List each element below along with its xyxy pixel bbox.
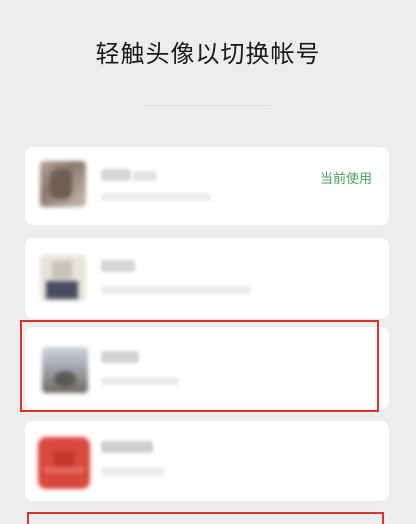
account-name-blurred: [101, 351, 139, 363]
account-card-highlighted[interactable]: [25, 327, 389, 409]
current-account-label: 当前使用: [319, 172, 372, 187]
account-id-blurred: [101, 467, 165, 476]
account-avatar[interactable]: [40, 255, 86, 301]
account-name-blurred-2: [133, 171, 157, 181]
account-name-blurred: [101, 169, 131, 181]
account-avatar[interactable]: [42, 347, 88, 393]
account-name-blurred: [101, 260, 135, 272]
account-id-blurred: [101, 377, 179, 385]
account-name-blurred: [101, 441, 153, 453]
account-card[interactable]: [25, 421, 389, 501]
red-highlight-box-partial: [27, 512, 384, 524]
account-avatar[interactable]: [40, 161, 86, 207]
account-card[interactable]: [25, 238, 389, 318]
page-title: 轻触头像以切换帐号: [95, 40, 321, 68]
account-id-blurred: [101, 193, 211, 201]
account-card-current[interactable]: 当前使用: [25, 147, 389, 225]
account-avatar[interactable]: [38, 437, 90, 489]
title-divider: [144, 105, 270, 106]
account-id-blurred: [101, 286, 251, 295]
